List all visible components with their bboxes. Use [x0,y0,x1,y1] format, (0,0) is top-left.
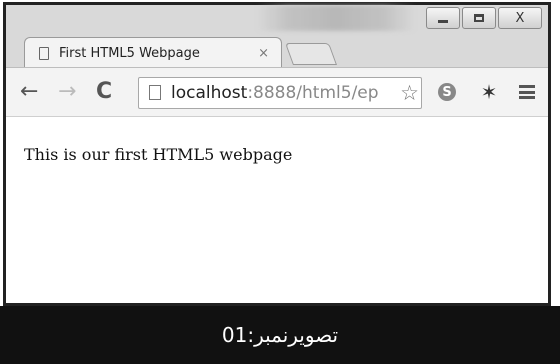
page-viewport: This is our first HTML5 webpage [6,117,548,303]
maximize-icon [474,14,484,22]
menu-icon [519,85,535,99]
bug-extension-button[interactable]: ✶ [476,79,502,105]
browser-toolbar: ← → C localhost:8888/html5/ep ☆ S ✶ [6,67,548,117]
back-icon[interactable]: ← [20,81,38,103]
bug-icon: ✶ [480,80,498,104]
page-info-icon[interactable] [149,85,161,100]
minimize-icon [438,19,448,23]
figure-caption: تصویرنمبر:01 [0,306,560,364]
tab-first-html5-webpage[interactable]: First HTML5 Webpage × [24,37,282,69]
skype-extension-button[interactable]: S [434,79,460,105]
bookmark-star-icon[interactable]: ☆ [398,81,419,105]
forward-icon[interactable]: → [58,81,76,103]
tab-title: First HTML5 Webpage [59,46,200,61]
close-tab-icon[interactable]: × [258,46,269,61]
chrome-menu-button[interactable] [514,79,540,105]
page-body-text: This is our first HTML5 webpage [24,145,293,164]
window-controls: X [426,7,542,29]
minimize-button[interactable] [426,7,460,29]
page-icon [39,47,49,60]
maximize-button[interactable] [462,7,496,29]
address-bar[interactable]: localhost:8888/html5/ep ☆ [138,77,422,109]
reload-icon[interactable]: C [96,81,112,103]
close-window-button[interactable]: X [498,7,542,29]
browser-window: X First HTML5 Webpage × ← → C localhost:… [3,2,551,306]
url-rest: :8888/html5/ep [247,83,379,103]
blurred-region [256,5,416,31]
skype-icon: S [438,83,456,101]
url-host: localhost [171,83,248,103]
caption-text: تصویرنمبر:01 [221,323,339,347]
new-tab-button[interactable] [284,43,338,65]
url-text: localhost:8888/html5/ep [171,83,379,103]
close-icon: X [515,10,525,26]
